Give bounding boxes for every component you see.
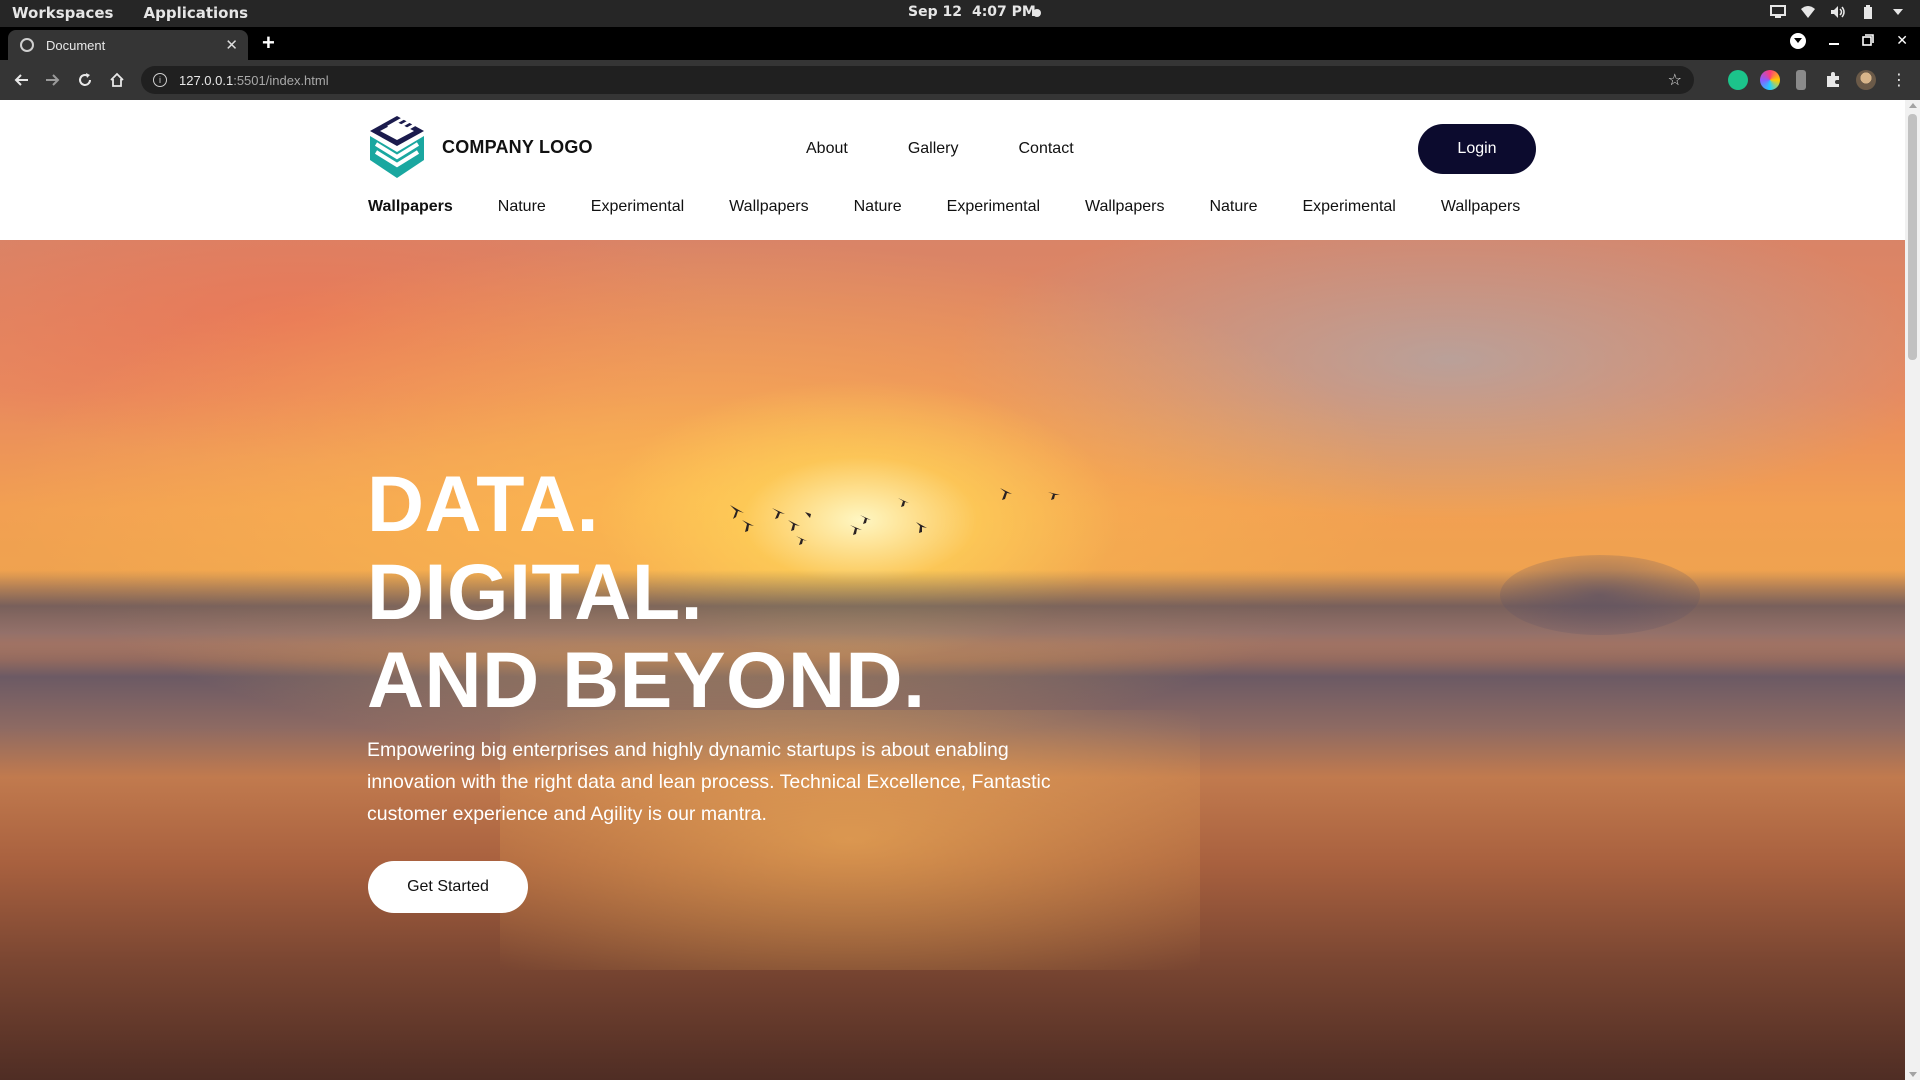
system-menu-chevron-icon[interactable] xyxy=(1890,4,1906,20)
site-header: COMPANY LOGO About Gallery Contact Login… xyxy=(0,100,1905,240)
tab-document[interactable]: Document ✕ xyxy=(8,30,248,60)
login-button[interactable]: Login xyxy=(1418,124,1536,174)
restore-icon[interactable] xyxy=(1862,33,1875,49)
web-page: COMPANY LOGO About Gallery Contact Login… xyxy=(0,100,1905,1080)
nav-link-about[interactable]: About xyxy=(806,140,848,158)
company-logo-icon xyxy=(370,116,424,178)
new-tab-button[interactable]: + xyxy=(262,30,275,56)
bookmark-star-icon[interactable]: ☆ xyxy=(1668,70,1682,90)
category-link[interactable]: Experimental xyxy=(591,198,684,216)
scroll-up-arrow-icon[interactable] xyxy=(1909,103,1917,108)
browser-tab-strip: Document ✕ + ✕ xyxy=(0,27,1920,60)
battery-icon[interactable] xyxy=(1860,4,1876,20)
category-nav: Wallpapers Nature Experimental Wallpaper… xyxy=(368,198,1565,216)
globe-icon xyxy=(20,38,34,52)
hero-headline: DATA. DIGITAL. AND BEYOND. xyxy=(367,460,926,724)
color-extension-icon[interactable] xyxy=(1760,70,1780,90)
headline-line-3: AND BEYOND. xyxy=(367,635,926,724)
category-link[interactable]: Experimental xyxy=(1302,198,1395,216)
nav-link-gallery[interactable]: Gallery xyxy=(908,140,959,158)
headline-line-2: DIGITAL. xyxy=(367,547,704,636)
reload-icon[interactable] xyxy=(73,68,97,92)
tab-search-icon[interactable] xyxy=(1790,32,1807,49)
category-link[interactable]: Experimental xyxy=(947,198,1040,216)
company-logo[interactable]: COMPANY LOGO xyxy=(368,114,593,180)
back-arrow-icon[interactable] xyxy=(9,68,33,92)
puzzle-extensions-icon[interactable] xyxy=(1824,70,1844,90)
volume-icon[interactable] xyxy=(1830,4,1846,20)
minimize-icon[interactable] xyxy=(1828,33,1840,49)
profile-avatar[interactable] xyxy=(1856,70,1876,90)
close-tab-icon[interactable]: ✕ xyxy=(225,36,238,54)
forward-arrow-icon[interactable] xyxy=(41,68,65,92)
birds-illustration xyxy=(730,488,1060,545)
site-info-icon[interactable]: i xyxy=(153,73,167,87)
nav-link-contact[interactable]: Contact xyxy=(1019,140,1074,158)
tab-title: Document xyxy=(46,37,106,53)
browser-menu-icon[interactable]: ⋮ xyxy=(1887,68,1911,92)
extension-icon[interactable] xyxy=(1796,70,1806,90)
notification-dot-icon xyxy=(1033,9,1041,17)
category-link[interactable]: Wallpapers xyxy=(368,198,453,216)
close-window-icon[interactable]: ✕ xyxy=(1896,32,1908,49)
clock-time: 4:07 PM xyxy=(971,4,1036,20)
top-nav: About Gallery Contact xyxy=(806,140,1074,158)
workspaces-menu[interactable]: Workspaces xyxy=(12,4,113,22)
category-link[interactable]: Wallpapers xyxy=(729,198,808,216)
category-link[interactable]: Nature xyxy=(498,198,546,216)
clock-date: Sep 12 xyxy=(908,4,962,20)
category-link[interactable]: Nature xyxy=(854,198,902,216)
browser-toolbar: i 127.0.0.1:5501/index.html ☆ ⋮ xyxy=(0,60,1920,100)
headline-line-1: DATA. xyxy=(367,459,600,548)
scrollbar-thumb[interactable] xyxy=(1908,114,1917,360)
hero-description: Empowering big enterprises and highly dy… xyxy=(367,739,1051,825)
logo-text: COMPANY LOGO xyxy=(442,136,593,157)
category-link[interactable]: Wallpapers xyxy=(1441,198,1520,216)
applications-menu[interactable]: Applications xyxy=(143,4,248,22)
page-scrollbar[interactable] xyxy=(1905,100,1920,1080)
category-link[interactable]: Nature xyxy=(1209,198,1257,216)
screen-share-icon[interactable] xyxy=(1770,4,1786,20)
os-top-bar: Workspaces Applications Sep 12 4:07 PM xyxy=(0,0,1920,27)
grammarly-extension-icon[interactable] xyxy=(1728,70,1748,90)
url-host: 127.0.0.1 xyxy=(179,72,234,88)
address-bar[interactable]: i 127.0.0.1:5501/index.html ☆ xyxy=(141,66,1694,94)
get-started-button[interactable]: Get Started xyxy=(368,861,528,913)
clock[interactable]: Sep 12 4:07 PM xyxy=(908,4,1036,20)
wifi-icon[interactable] xyxy=(1800,4,1816,20)
hero-section: DATA. DIGITAL. AND BEYOND. Empowering bi… xyxy=(0,240,1905,1080)
home-icon[interactable] xyxy=(105,68,129,92)
category-link[interactable]: Wallpapers xyxy=(1085,198,1164,216)
url-path: :5501/index.html xyxy=(233,72,329,88)
scroll-down-arrow-icon[interactable] xyxy=(1909,1072,1917,1077)
